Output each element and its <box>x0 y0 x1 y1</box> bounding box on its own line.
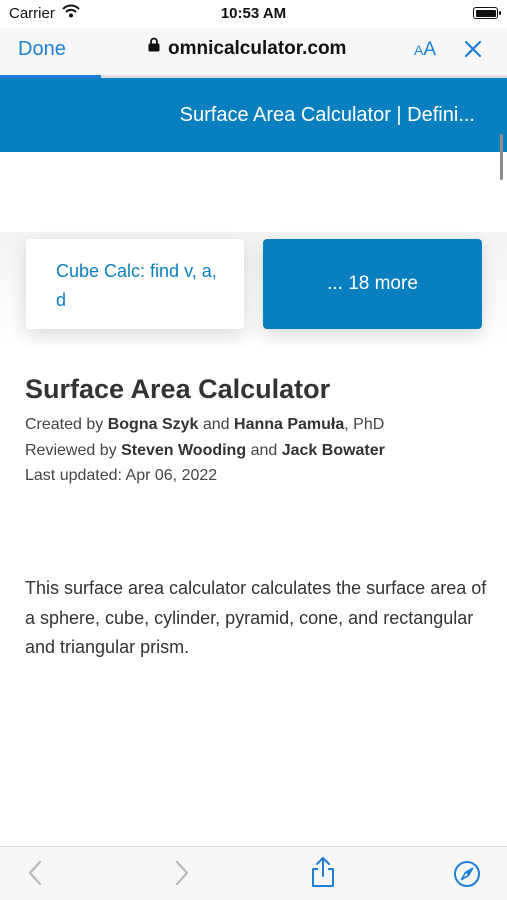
site-header-title: Surface Area Calculator | Defini... <box>179 104 475 126</box>
forward-icon[interactable] <box>171 859 191 892</box>
more-calculators-label: ... 18 more <box>327 273 418 294</box>
related-calculator-label: Cube Calc: find v, a, d <box>56 261 217 310</box>
safari-compass-icon[interactable] <box>453 860 481 893</box>
reviewer-link[interactable]: Steven Wooding <box>121 442 246 459</box>
lock-icon <box>148 36 160 58</box>
intro-paragraph: This surface area calculator calculates … <box>25 578 487 657</box>
share-icon[interactable] <box>310 856 336 893</box>
url-field[interactable]: omnicalculator.com <box>148 36 347 60</box>
more-calculators-card[interactable]: ... 18 more <box>263 239 482 329</box>
back-icon[interactable] <box>26 859 46 892</box>
site-header: Surface Area Calculator | Defini... <box>0 78 507 152</box>
browser-nav-bar: Done omnicalculator.com AA <box>0 28 507 76</box>
scroll-indicator[interactable] <box>500 134 503 180</box>
reviewer-link[interactable]: Jack Bowater <box>282 442 385 459</box>
page-title: Surface Area Calculator <box>25 374 331 404</box>
status-bar: Carrier 10:53 AM <box>0 0 507 28</box>
byline-reviewed: Reviewed by Steven Wooding and Jack Bowa… <box>25 442 385 459</box>
close-icon[interactable] <box>463 39 483 64</box>
browser-toolbar <box>0 846 507 900</box>
battery-icon <box>473 7 501 19</box>
related-calculator-card[interactable]: Cube Calc: find v, a, d <box>26 239 244 329</box>
done-button[interactable]: Done <box>18 38 66 61</box>
text-size-button[interactable]: AA <box>414 39 436 61</box>
status-time: 10:53 AM <box>220 5 287 22</box>
byline-created: Created by Bogna Szyk and Hanna Pamuła, … <box>25 416 385 433</box>
author-link[interactable]: Bogna Szyk <box>108 416 199 433</box>
last-updated: Last updated: Apr 06, 2022 <box>25 467 218 484</box>
author-link[interactable]: Hanna Pamuła <box>234 416 344 433</box>
url-text: omnicalculator.com <box>168 38 347 60</box>
